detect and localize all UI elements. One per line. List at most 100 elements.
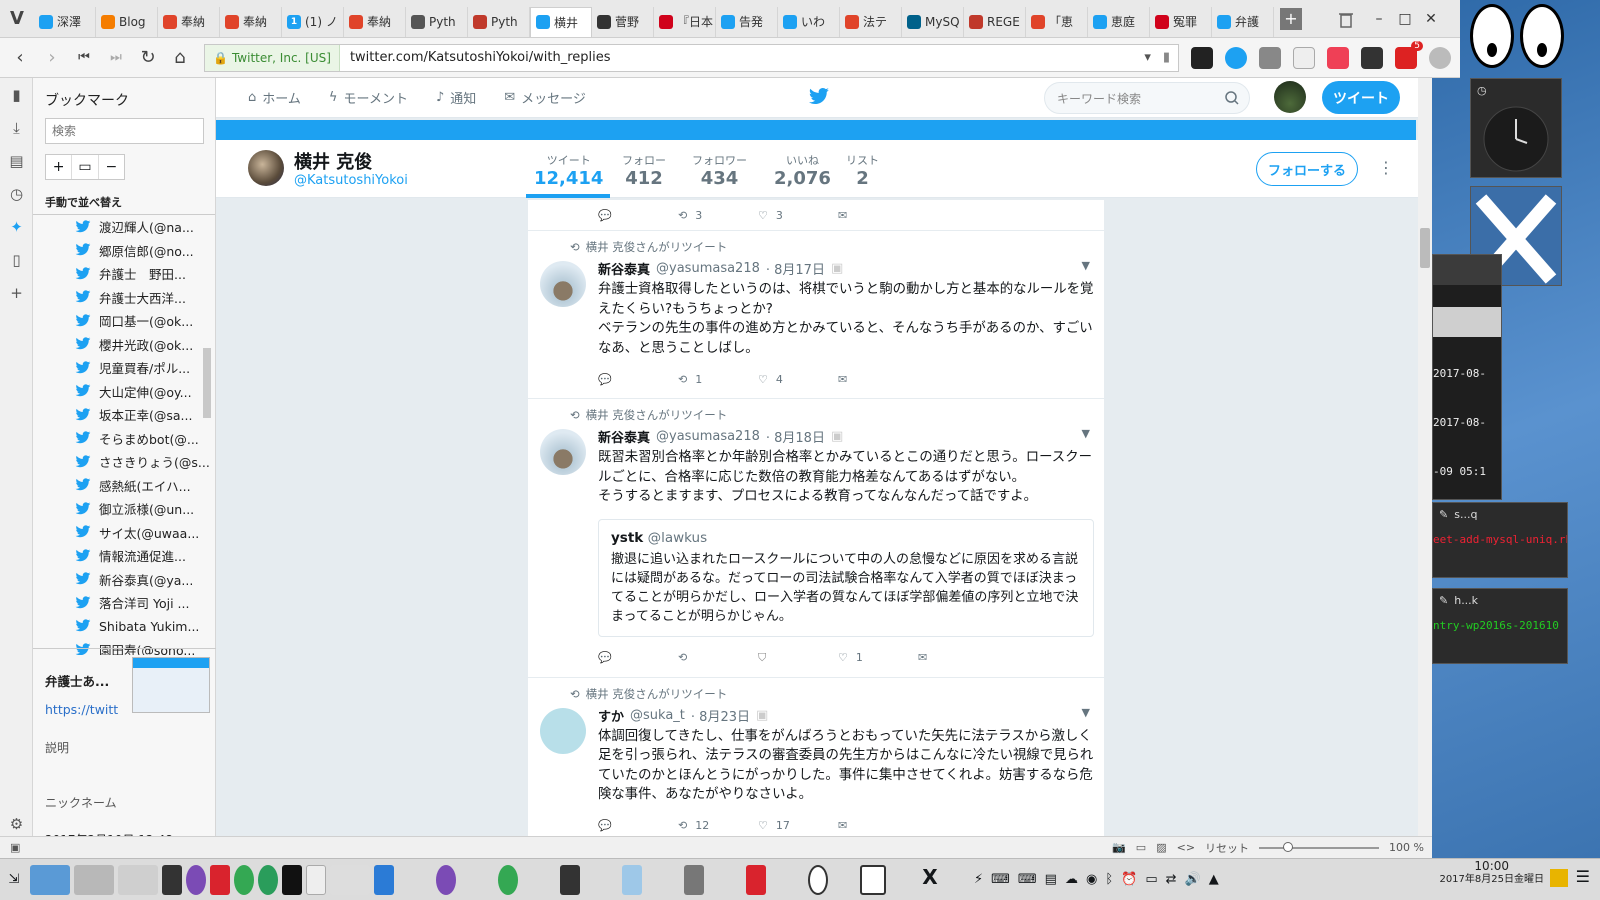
browser-tab[interactable]: 冤罪 — [1150, 6, 1212, 37]
browser-tab[interactable]: Pyth — [468, 6, 530, 37]
browser-tab[interactable]: 奉納 — [158, 6, 220, 37]
bookmark-item[interactable]: 弁護士 野田... — [33, 262, 215, 286]
tweet-author-handle[interactable]: @yasumasa218 — [656, 261, 760, 276]
browser-tab[interactable]: 告発 — [716, 6, 778, 37]
certificate-badge[interactable]: 🔒 Twitter, Inc. [US] — [205, 44, 340, 71]
chrome-task-2[interactable] — [498, 864, 518, 895]
reply-button[interactable]: 💬 — [598, 819, 678, 832]
browser-tab[interactable]: Blog — [96, 6, 158, 37]
tweet-menu-chevron-down-icon[interactable]: ▼ — [1082, 706, 1090, 719]
cloud-icon[interactable]: ☁ — [1065, 872, 1078, 887]
page-panel-icon[interactable]: ▯ — [0, 243, 33, 276]
bookmark-item[interactable]: 感熱紙(エイハ... — [33, 474, 215, 498]
tweet-author-handle[interactable]: @yasumasa218 — [656, 429, 760, 444]
evernote-icon[interactable] — [1361, 46, 1383, 69]
tweet-author-name[interactable]: すか — [598, 706, 624, 725]
trash-icon[interactable] — [1336, 9, 1356, 29]
browser-tab[interactable]: 弁護 — [1212, 6, 1274, 37]
browser-tab[interactable]: MySQ — [902, 6, 964, 37]
retweet-context-label[interactable]: 横井 克俊さんがリツイート — [586, 686, 728, 702]
history-icon[interactable]: ◷ — [0, 177, 33, 210]
pocket-icon[interactable] — [1327, 46, 1349, 69]
vivaldi-task[interactable] — [210, 864, 230, 895]
minimize-button[interactable]: – — [1366, 6, 1392, 32]
pocket-button[interactable]: ⛉ — [758, 651, 838, 665]
clock-task[interactable] — [808, 864, 828, 895]
tweet-date[interactable]: · 8月17日 — [766, 259, 825, 278]
terminal-task-3[interactable] — [560, 864, 580, 895]
fast-forward-button[interactable]: ⏭ — [102, 44, 130, 72]
bookmark-item[interactable]: 郷原信郎(@no... — [33, 239, 215, 263]
tray-icon-1[interactable]: ⚡ — [974, 872, 983, 887]
v-extension-icon[interactable] — [1225, 46, 1247, 69]
app-task-2[interactable] — [684, 864, 704, 895]
clipboard-icon[interactable]: ▤ — [1045, 872, 1057, 887]
camera-icon[interactable]: 📷 — [1112, 841, 1126, 854]
tweet-date[interactable]: · 8月18日 — [766, 427, 825, 446]
twitter-bird-icon[interactable] — [808, 88, 830, 106]
browser-tab[interactable]: 横井 — [530, 6, 592, 37]
vivaldi-task-2[interactable] — [746, 864, 766, 895]
bookmark-page-icon[interactable]: ▮ — [1163, 50, 1170, 65]
browser-tab[interactable]: 奉納 — [220, 6, 282, 37]
screenshot-task[interactable] — [306, 864, 326, 895]
browser-tab[interactable]: 奉納 — [344, 6, 406, 37]
terminal-task-2[interactable] — [282, 864, 302, 895]
url-dropdown-icon[interactable]: ▾ — [1144, 50, 1151, 65]
profile-handle[interactable]: @KatsutoshiYokoi — [294, 173, 408, 188]
browser-tab[interactable]: 法テ — [840, 6, 902, 37]
tweet-avatar[interactable] — [540, 707, 586, 754]
workspace-2[interactable] — [74, 864, 114, 895]
browser-tab[interactable]: 1 (1) ノ — [282, 6, 344, 37]
browser-tab[interactable]: Pyth — [406, 6, 468, 37]
rewind-button[interactable]: ⏮ — [70, 44, 98, 72]
browser-tab[interactable]: 菅野 — [592, 6, 654, 37]
nav-home[interactable]: ⌂ ホーム — [248, 88, 301, 107]
page-scrollbar[interactable] — [1418, 78, 1432, 858]
url-field[interactable]: 🔒 Twitter, Inc. [US] twitter.com/Katsutos… — [204, 43, 1179, 72]
tweet-date[interactable]: · 8月23日 — [691, 706, 750, 725]
terminal-window-3[interactable]: ✎ h...k ntry-wp2016s-201610 — [1432, 588, 1568, 664]
bookmark-item[interactable]: 新谷泰真(@ya... — [33, 568, 215, 592]
bookmark-item[interactable]: 岡口基一(@ok... — [33, 309, 215, 333]
reply-button[interactable]: 💬 — [598, 651, 678, 664]
forward-button[interactable]: › — [38, 44, 66, 72]
app-task[interactable] — [258, 864, 278, 895]
bookmark-item[interactable]: ささきりょう(@s... — [33, 450, 215, 474]
dm-button[interactable]: ✉ — [838, 209, 918, 222]
reply-button[interactable]: 💬 — [598, 209, 678, 222]
home-button[interactable]: ⌂ — [166, 44, 194, 72]
downloads-icon[interactable]: ⤓ — [0, 111, 33, 144]
retweet-context-label[interactable]: 横井 克俊さんがリツイート — [586, 407, 728, 423]
terminal-task[interactable] — [162, 864, 182, 895]
like-button[interactable]: ♡ 17 — [758, 819, 838, 832]
bookmark-item[interactable]: 落合洋司 Yoji ... — [33, 591, 215, 615]
nav-moments[interactable]: ϟ モーメント — [329, 88, 408, 107]
nav-notifications[interactable]: ♪ 通知 — [436, 88, 476, 107]
code-icon[interactable]: <> — [1177, 841, 1195, 854]
bookmark-panel-icon[interactable]: ▮ — [0, 78, 33, 111]
bookmark-list-scrollbar[interactable] — [203, 348, 211, 418]
user-avatar[interactable] — [1274, 81, 1306, 113]
menu-icon[interactable]: ☰ — [1576, 867, 1590, 886]
translate-icon[interactable]: ▣ — [831, 261, 843, 276]
tweet-menu-chevron-down-icon[interactable]: ▼ — [1082, 259, 1090, 272]
tray-expand-icon[interactable]: ▲ — [1209, 872, 1219, 887]
translate-icon[interactable]: ▣ — [831, 429, 843, 444]
retweet-button[interactable]: ⟲ 12 — [678, 819, 758, 832]
stat-likes[interactable]: いいね 2,076 — [774, 152, 831, 189]
twitter-search-input[interactable]: キーワード検索 — [1044, 82, 1250, 114]
image-icon[interactable]: ▨ — [1156, 841, 1166, 854]
workspace-1[interactable] — [30, 864, 70, 895]
stat-lists[interactable]: リスト 2 — [846, 152, 879, 189]
bookmark-item[interactable]: 御立派様(@un... — [33, 497, 215, 521]
retweet-button[interactable]: ⟲ 1 — [678, 373, 758, 386]
terminal-window[interactable]: 2017-08- 2017-08- -09 05:1 — [1432, 254, 1502, 500]
tweet-author-handle[interactable]: @suka_t — [630, 708, 685, 723]
delete-bookmark-button[interactable]: − — [99, 155, 124, 179]
clock-widget[interactable]: ◷ — [1470, 78, 1562, 178]
emacs-task[interactable] — [186, 864, 206, 895]
terminal-window-2[interactable]: ✎ s...q eet-add-mysql-uniq.rb — [1432, 502, 1568, 578]
profile-name[interactable]: 横井 克俊 — [294, 148, 372, 174]
follow-button[interactable]: フォローする — [1256, 152, 1358, 186]
